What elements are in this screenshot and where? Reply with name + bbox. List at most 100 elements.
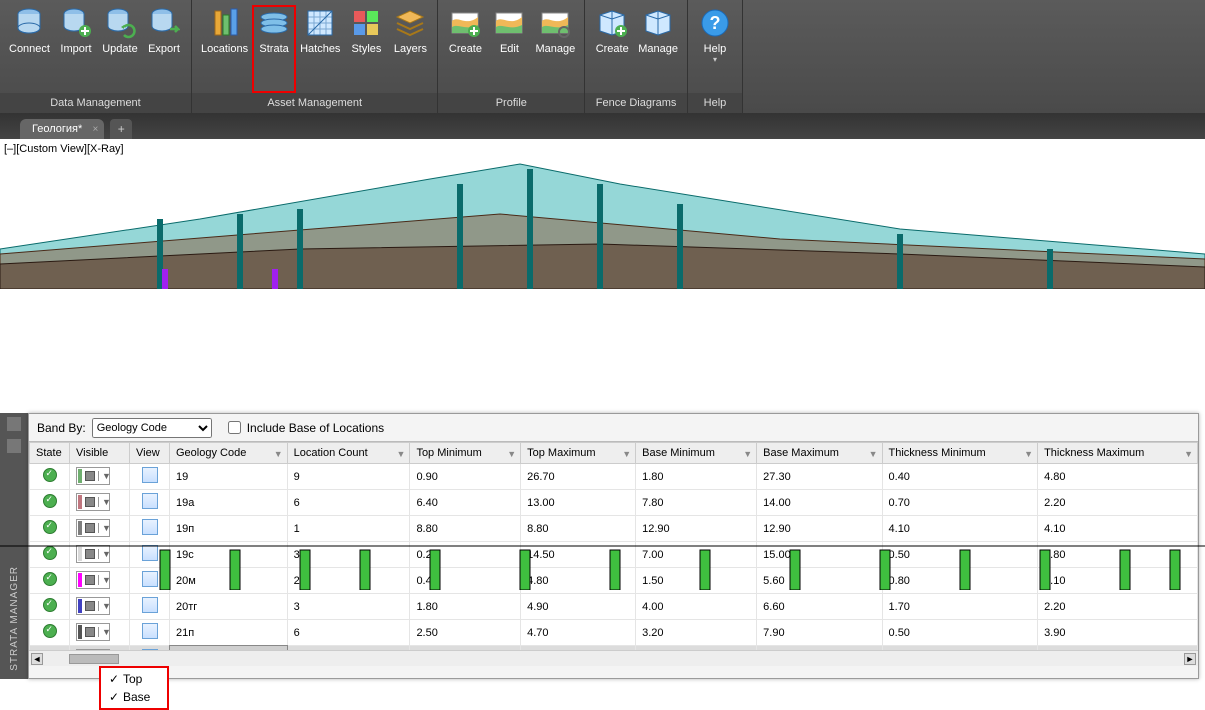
f-manage-button[interactable]: Manage [634, 5, 682, 93]
visible-swatch[interactable]: ▼ [76, 519, 110, 537]
filter-icon[interactable]: ▼ [507, 449, 516, 459]
view-icon[interactable] [142, 519, 158, 535]
f-create-icon [596, 7, 628, 39]
chevron-down-icon[interactable]: ▼ [98, 497, 108, 507]
layers-button[interactable]: Layers [388, 5, 432, 93]
popup-item-base[interactable]: ✓Base [101, 688, 167, 706]
ribbon-button-label: Import [60, 43, 91, 55]
data-cell: 19а [170, 490, 288, 516]
table-row[interactable]: ▼19п18.808.8012.9012.904.104.10 [30, 516, 1198, 542]
update-icon [104, 7, 136, 39]
ribbon-group: LocationsStrataHatchesStylesLayersAsset … [192, 0, 438, 113]
column-header[interactable]: Location Count▼ [287, 443, 410, 464]
ribbon-group-label: Fence Diagrams [585, 93, 687, 113]
close-icon[interactable]: × [92, 124, 98, 135]
visible-cell[interactable]: ▼ [70, 594, 130, 620]
ok-status-icon [43, 598, 57, 612]
hatches-icon [304, 7, 336, 39]
state-cell [30, 594, 70, 620]
p-manage-button[interactable]: Manage [531, 5, 579, 93]
chevron-down-icon[interactable]: ▼ [98, 471, 108, 481]
chevron-down-icon[interactable]: ▼ [98, 601, 108, 611]
check-icon: ✓ [109, 672, 123, 686]
view-icon[interactable] [142, 623, 158, 639]
filter-icon[interactable]: ▼ [1024, 449, 1033, 459]
filter-icon[interactable]: ▼ [743, 449, 752, 459]
ribbon-button-label: Styles [351, 43, 381, 55]
view-cell[interactable] [130, 620, 170, 646]
hatches-button[interactable]: Hatches [296, 5, 344, 93]
view-icon[interactable] [142, 467, 158, 483]
scroll-right-arrow[interactable]: ► [1184, 653, 1196, 665]
export-button[interactable]: Export [142, 5, 186, 93]
connect-button[interactable]: Connect [5, 5, 54, 93]
p-create-button[interactable]: Create [443, 5, 487, 93]
p-edit-button[interactable]: Edit [487, 5, 531, 93]
strata-button[interactable]: Strata [252, 5, 296, 93]
visible-swatch[interactable]: ▼ [76, 493, 110, 511]
visible-cell[interactable]: ▼ [70, 516, 130, 542]
chevron-down-icon[interactable]: ▼ [98, 523, 108, 533]
check-icon: ✓ [109, 690, 123, 704]
document-tab[interactable]: Геология* × [20, 119, 104, 139]
view-cell[interactable] [130, 516, 170, 542]
locations-icon [209, 7, 241, 39]
update-button[interactable]: Update [98, 5, 142, 93]
filter-icon[interactable]: ▼ [622, 449, 631, 459]
view-cell[interactable] [130, 490, 170, 516]
visible-swatch[interactable]: ▼ [76, 597, 110, 615]
filter-icon[interactable]: ▼ [397, 449, 406, 459]
column-header[interactable]: Thickness Minimum▼ [882, 443, 1038, 464]
visible-cell[interactable]: ▼ [70, 620, 130, 646]
view-icon[interactable] [142, 597, 158, 613]
table-row[interactable]: ▼20тг31.804.904.006.601.702.20 [30, 594, 1198, 620]
data-cell: 4.00 [636, 594, 757, 620]
table-row[interactable]: ▼21п62.504.703.207.900.503.90 [30, 620, 1198, 646]
visible-cell[interactable]: ▼ [70, 490, 130, 516]
data-cell: 6 [287, 620, 410, 646]
column-header[interactable]: Visible [70, 443, 130, 464]
help-button[interactable]: ?Help▾ [693, 5, 737, 93]
import-button[interactable]: Import [54, 5, 98, 93]
column-header[interactable]: Top Minimum▼ [410, 443, 521, 464]
filter-icon[interactable]: ▼ [1184, 449, 1193, 459]
state-cell [30, 516, 70, 542]
table-row[interactable]: ▼19а66.4013.007.8014.000.702.20 [30, 490, 1198, 516]
add-tab-button[interactable]: + [110, 119, 132, 139]
column-header[interactable]: State [30, 443, 70, 464]
f-create-button[interactable]: Create [590, 5, 634, 93]
band-by-select[interactable]: Geology Code [92, 418, 212, 438]
visible-swatch[interactable]: ▼ [76, 467, 110, 485]
column-header[interactable]: Top Maximum▼ [521, 443, 636, 464]
ribbon-group-label: Profile [438, 93, 584, 113]
include-base-checkbox[interactable] [228, 421, 241, 434]
view-cell[interactable] [130, 594, 170, 620]
ok-status-icon [43, 520, 57, 534]
column-header[interactable]: View [130, 443, 170, 464]
chevron-down-icon[interactable]: ▼ [98, 627, 108, 637]
column-header[interactable]: Thickness Maximum▼ [1038, 443, 1198, 464]
view-icon[interactable] [142, 493, 158, 509]
view-mode-label[interactable]: [–][Custom View][X-Ray] [4, 143, 124, 155]
table-row[interactable]: ▼1990.9026.701.8027.300.404.80 [30, 464, 1198, 490]
styles-button[interactable]: Styles [344, 5, 388, 93]
visible-swatch[interactable]: ▼ [76, 623, 110, 641]
view-cell[interactable] [130, 464, 170, 490]
scroll-left-arrow[interactable]: ◄ [31, 653, 43, 665]
horizontal-scrollbar[interactable]: ◄ ► [29, 650, 1198, 666]
viewport-3d[interactable]: [–][Custom View][X-Ray] STRATA MANAGER [0, 139, 1205, 590]
visible-cell[interactable]: ▼ [70, 464, 130, 490]
column-header[interactable]: Base Maximum▼ [757, 443, 882, 464]
ribbon-group-label: Data Management [0, 93, 191, 113]
popup-item-top[interactable]: ✓Top [101, 670, 167, 688]
column-header[interactable]: Geology Code▼ [170, 443, 288, 464]
ribbon-button-label: Update [102, 43, 137, 55]
panel-close-icon[interactable] [7, 417, 21, 431]
filter-icon[interactable]: ▼ [869, 449, 878, 459]
column-header[interactable]: Base Minimum▼ [636, 443, 757, 464]
ribbon-group: CreateEditManageProfile [438, 0, 585, 113]
locations-button[interactable]: Locations [197, 5, 252, 93]
panel-pin-icon[interactable] [7, 439, 21, 453]
filter-icon[interactable]: ▼ [274, 449, 283, 459]
scroll-thumb[interactable] [69, 654, 119, 664]
